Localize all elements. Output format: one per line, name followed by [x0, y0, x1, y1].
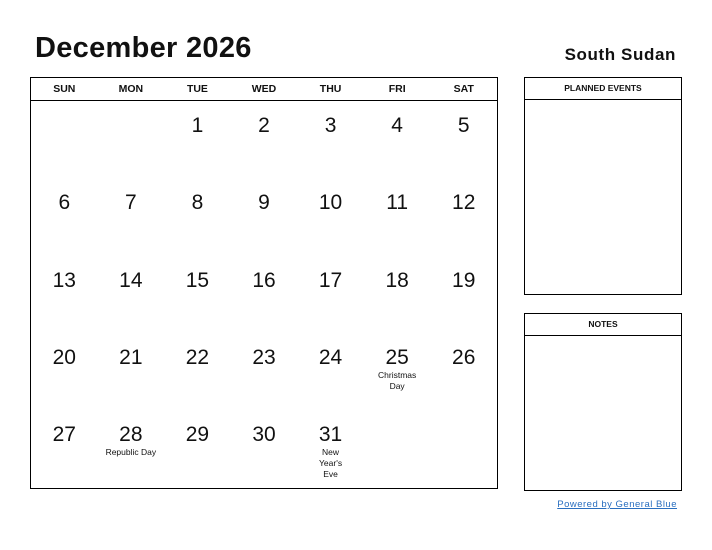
- day-number: 28: [119, 423, 143, 447]
- day-cell[interactable]: 26: [430, 333, 497, 410]
- day-cell[interactable]: 9: [231, 178, 298, 255]
- day-cell[interactable]: 7: [98, 178, 165, 255]
- day-number: 17: [318, 268, 343, 292]
- day-number: 12: [452, 191, 476, 215]
- weekday-header: SUN MON TUE WED THU FRI SAT: [31, 78, 497, 101]
- day-cell[interactable]: 10: [297, 178, 364, 255]
- weekday-label: SUN: [53, 83, 76, 95]
- day-cell[interactable]: 8: [164, 178, 231, 255]
- day-cell[interactable]: 22: [164, 333, 231, 410]
- day-number: 26: [452, 345, 476, 369]
- day-number: 18: [385, 268, 409, 292]
- day-cell[interactable]: 20: [31, 333, 98, 410]
- day-number: 13: [52, 268, 76, 292]
- day-number: 16: [252, 268, 276, 292]
- day-cell[interactable]: 1: [164, 101, 231, 178]
- planned-events-panel: PLANNED EVENTS: [524, 77, 682, 295]
- weekday-label: WED: [251, 83, 277, 95]
- day-number: 29: [185, 423, 210, 447]
- day-cell[interactable]: 21: [98, 333, 165, 410]
- day-cell[interactable]: 12: [430, 178, 497, 255]
- day-cell[interactable]: 23: [231, 333, 298, 410]
- day-cell[interactable]: 15: [164, 256, 231, 333]
- day-number: 6: [58, 191, 71, 215]
- day-number: 9: [258, 191, 270, 215]
- day-number: 20: [52, 345, 76, 369]
- day-number: 5: [457, 114, 470, 137]
- notes-heading: NOTES: [525, 314, 681, 336]
- day-cell[interactable]: 29: [164, 410, 231, 487]
- day-cell[interactable]: 24: [297, 333, 364, 410]
- holiday-label: Christmas Day: [378, 369, 417, 391]
- day-number: 14: [119, 268, 143, 292]
- day-cell[interactable]: 6: [31, 178, 98, 255]
- day-cell[interactable]: 16: [231, 256, 298, 333]
- day-number: 24: [318, 345, 343, 369]
- day-cell[interactable]: 2: [231, 101, 298, 178]
- day-cell[interactable]: 17: [297, 256, 364, 333]
- calendar-title: December 2026: [35, 32, 252, 64]
- weekday-label: SAT: [453, 83, 474, 95]
- day-number: 30: [252, 423, 276, 447]
- day-number: 23: [252, 345, 276, 369]
- day-number: 2: [258, 114, 270, 137]
- weekday-label: FRI: [388, 83, 406, 95]
- weekday-label: THU: [319, 83, 342, 95]
- day-cell[interactable]: 3: [297, 101, 364, 178]
- day-number: 19: [452, 268, 476, 292]
- day-cell[interactable]: 4: [364, 101, 431, 178]
- day-number: 4: [391, 114, 403, 137]
- day-number: 25: [385, 345, 409, 369]
- day-number: 1: [191, 114, 204, 137]
- empty-day-cell: [364, 410, 431, 487]
- day-number: 7: [125, 191, 137, 215]
- day-cell[interactable]: 11: [364, 178, 431, 255]
- day-cell[interactable]: 5: [430, 101, 497, 178]
- day-cell[interactable]: 31 New Year's Eve: [297, 410, 364, 487]
- day-cell[interactable]: 25 Christmas Day: [364, 333, 431, 410]
- notes-panel: NOTES: [524, 313, 682, 491]
- month-calendar: SUN MON TUE WED THU FRI SAT 1 2 3 4 5 6 7 8 9 10 11 12 13 1…: [30, 77, 498, 489]
- weekday-label: TUE: [186, 83, 208, 95]
- day-cell[interactable]: 28 Republic Day: [98, 410, 165, 487]
- holiday-label: New Year's Eve: [319, 447, 343, 480]
- day-number: 10: [318, 191, 343, 215]
- day-number: 8: [191, 191, 204, 215]
- day-number: 21: [119, 345, 143, 369]
- weekday-label: MON: [118, 83, 144, 95]
- day-number: 11: [386, 191, 409, 215]
- day-cell[interactable]: 19: [430, 256, 497, 333]
- day-cell[interactable]: 13: [31, 256, 98, 333]
- day-cell[interactable]: 27: [31, 410, 98, 487]
- day-number: 31: [318, 423, 343, 447]
- holiday-label: Republic Day: [105, 447, 157, 458]
- empty-day-cell: [98, 101, 165, 178]
- day-number: 27: [52, 423, 76, 447]
- day-number: 15: [185, 268, 210, 292]
- empty-day-cell: [430, 410, 497, 487]
- day-cell[interactable]: 14: [98, 256, 165, 333]
- day-cell[interactable]: 30: [231, 410, 298, 487]
- planned-events-heading: PLANNED EVENTS: [525, 78, 681, 100]
- powered-by-link[interactable]: Powered by General Blue: [557, 499, 677, 510]
- day-grid: 1 2 3 4 5 6 7 8 9 10 11 12 13 14 15 16 17 18 19 20 21 22 23 24 2…: [31, 101, 497, 488]
- day-number: 3: [324, 114, 337, 137]
- empty-day-cell: [31, 101, 98, 178]
- day-number: 22: [185, 345, 210, 369]
- day-cell[interactable]: 18: [364, 256, 431, 333]
- country-name: South Sudan: [564, 45, 676, 64]
